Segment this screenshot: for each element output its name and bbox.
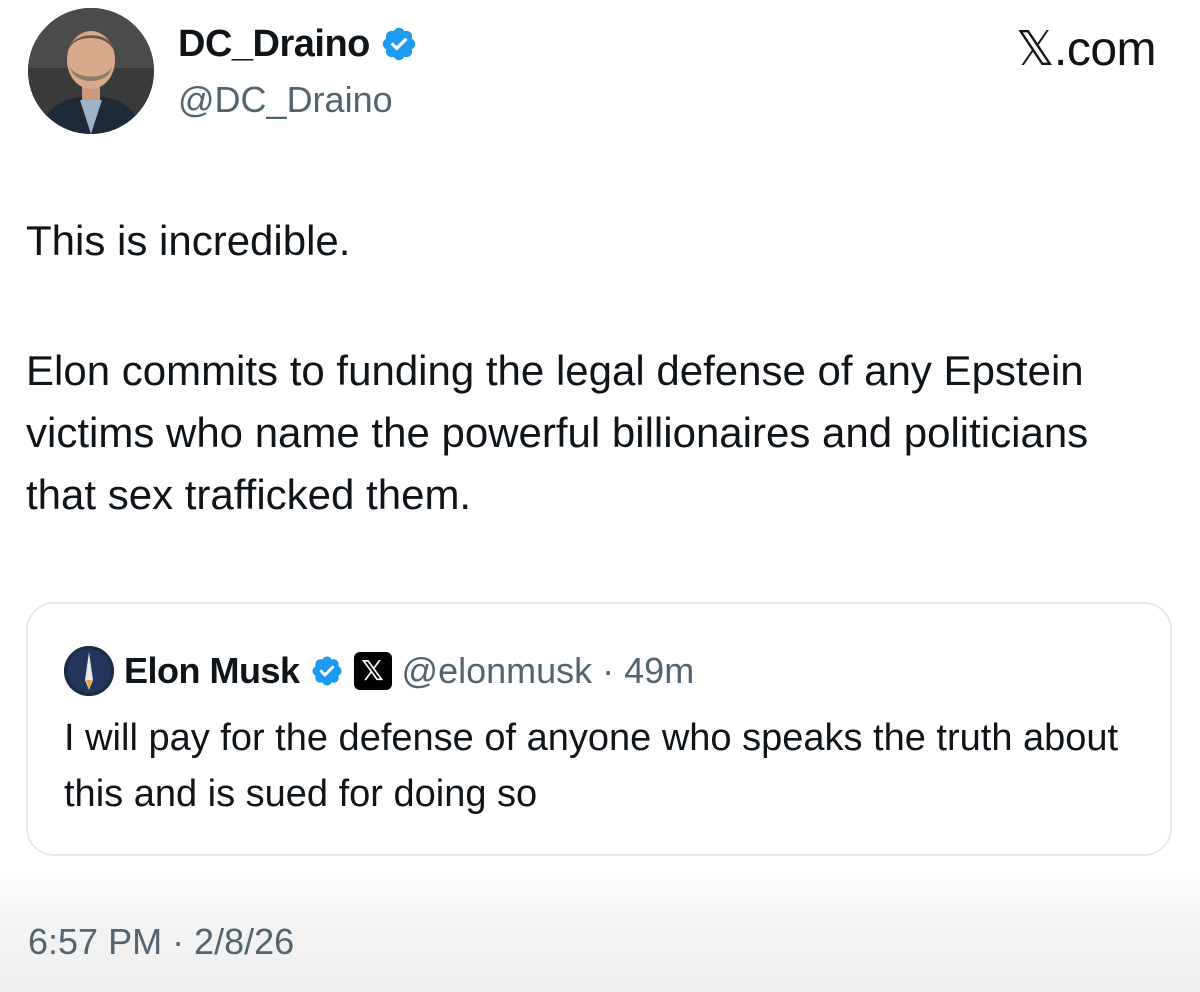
tweet-screenshot: DC_Draino @DC_Draino 𝕏.com This is incre… — [0, 0, 1200, 992]
author-display-name[interactable]: DC_Draino — [178, 22, 370, 66]
verified-badge-icon[interactable] — [310, 654, 344, 688]
author-name-row: DC_Draino — [178, 22, 418, 66]
tweet-text-line-1: This is incredible. — [26, 217, 351, 264]
x-com-watermark: 𝕏.com — [1015, 23, 1157, 76]
author-avatar[interactable] — [28, 8, 154, 134]
quoted-author-avatar[interactable] — [64, 646, 114, 696]
quoted-author-handle[interactable]: @elonmusk — [402, 650, 593, 692]
verified-badge-icon[interactable] — [380, 25, 418, 63]
quoted-tweet-time[interactable]: 49m — [624, 650, 694, 692]
tweet-text-line-2: Elon commits to funding the legal defens… — [26, 347, 1089, 518]
author-handle[interactable]: @DC_Draino — [178, 78, 393, 122]
separator-dot: · — [602, 650, 615, 691]
quoted-tweet-header: Elon Musk 𝕏 @elonmusk · 49m — [64, 646, 694, 696]
tweet-timestamp[interactable]: 6:57 PM · 2/8/26 — [28, 920, 294, 964]
quoted-author-display-name[interactable]: Elon Musk — [124, 650, 300, 692]
quoted-tweet-card[interactable]: Elon Musk 𝕏 @elonmusk · 49m I will pay f… — [26, 602, 1172, 856]
x-logo-icon[interactable]: 𝕏 — [353, 652, 392, 690]
quoted-tweet-text: I will pay for the defense of anyone who… — [64, 717, 1119, 815]
